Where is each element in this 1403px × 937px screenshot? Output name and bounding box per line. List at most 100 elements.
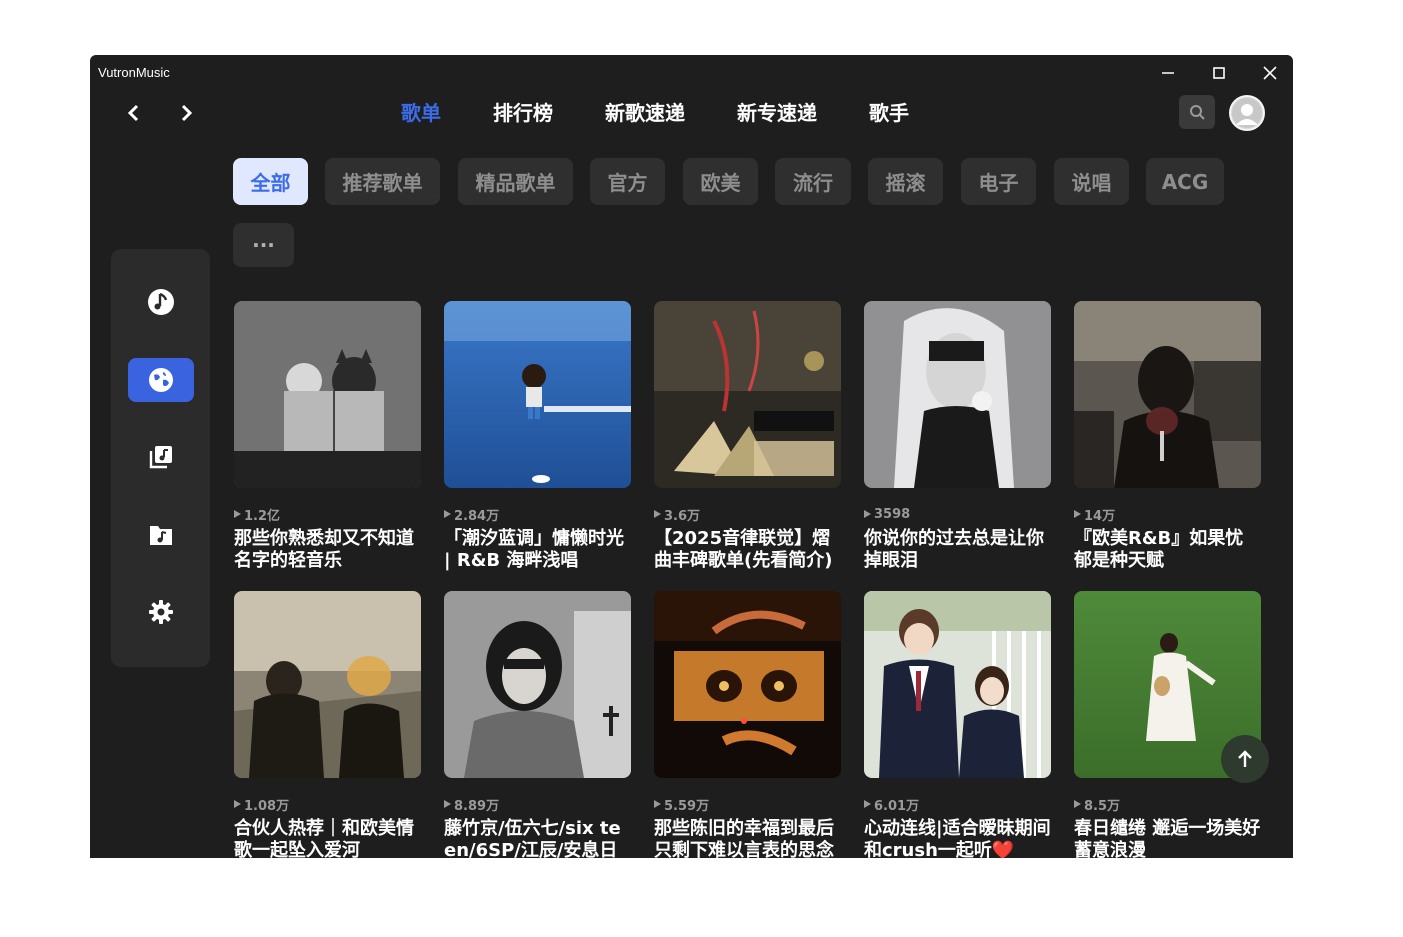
back-button[interactable]: [120, 99, 148, 127]
play-count-value: 14万: [1084, 508, 1116, 524]
filter-chip-premium[interactable]: 精品歌单: [458, 158, 573, 205]
play-count-value: 2.84万: [454, 508, 500, 524]
filter-chip-recommended[interactable]: 推荐歌单: [325, 158, 440, 205]
filter-chip-rock[interactable]: 摇滚: [868, 158, 943, 205]
play-count-icon: [234, 510, 241, 518]
playlist-card[interactable]: 1.2亿 那些你熟悉却又不知道名字的轻音乐: [234, 301, 421, 572]
music-folder-icon: [150, 526, 172, 545]
playlist-cover[interactable]: [864, 301, 1051, 488]
filter-chip-acg[interactable]: ACG: [1146, 158, 1224, 205]
playlist-card[interactable]: 1.08万 合伙人热荐｜和欧美情歌一起坠入爱河: [234, 591, 421, 858]
minimize-icon: [1162, 72, 1174, 74]
tab-artists[interactable]: 歌手: [869, 99, 909, 127]
playlist-title[interactable]: 『欧美R&B』如果忧郁是种天赋: [1074, 528, 1261, 572]
playlist-cover[interactable]: [864, 591, 1051, 778]
play-count-icon: [444, 510, 451, 518]
playlist-card[interactable]: 3.6万 【2025音律联觉】熠曲丰碑歌单(先看简介): [654, 301, 841, 572]
sidebar: [111, 249, 210, 667]
playlist-cover[interactable]: [234, 301, 421, 488]
play-count: 1.2亿: [234, 506, 421, 524]
sidebar-item-library[interactable]: [128, 435, 194, 479]
play-count: 8.89万: [444, 796, 631, 814]
play-count: 5.59万: [654, 796, 841, 814]
search-button[interactable]: [1179, 95, 1215, 129]
playlist-title[interactable]: 合伙人热荐｜和欧美情歌一起坠入爱河: [234, 818, 421, 858]
sidebar-item-local-music[interactable]: [128, 513, 194, 557]
playlist-title[interactable]: 心动连线|适合暧昧期间和crush一起听❤️: [864, 818, 1051, 858]
playlist-title[interactable]: 那些陈旧的幸福到最后只剩下难以言表的思念: [654, 818, 841, 858]
app-window: VutronMusic 歌单 排行榜 新歌速递 新专速递 歌手 全部 推荐歌单 …: [90, 55, 1293, 858]
play-count-value: 8.5万: [1084, 798, 1121, 814]
play-count-icon: [654, 800, 661, 808]
playlist-cover[interactable]: [234, 591, 421, 778]
play-count-value: 1.08万: [244, 798, 290, 814]
play-count-value: 8.89万: [454, 798, 500, 814]
playlist-title[interactable]: 藤竹京/伍六七/six teen/6SP/江辰/安息日: [444, 818, 631, 858]
playlist-card[interactable]: 6.01万 心动连线|适合暧昧期间和crush一起听❤️: [864, 591, 1051, 858]
play-count: 2.84万: [444, 506, 631, 524]
music-note-icon: [148, 289, 174, 315]
filter-chip-rap[interactable]: 说唱: [1054, 158, 1129, 205]
tab-new-songs[interactable]: 新歌速递: [605, 99, 685, 127]
playlist-cover[interactable]: [444, 301, 631, 488]
close-button[interactable]: [1250, 61, 1290, 85]
chevron-right-icon: [181, 104, 193, 122]
playlist-card[interactable]: 2.84万 「潮汐蓝调」慵懒时光 | R&B 海畔浅唱: [444, 301, 631, 572]
play-count-icon: [864, 510, 871, 518]
play-count-icon: [1074, 800, 1081, 808]
filter-chip-all[interactable]: 全部: [233, 158, 308, 205]
user-avatar-icon: [1232, 98, 1262, 128]
play-count-icon: [234, 800, 241, 808]
minimize-button[interactable]: [1148, 61, 1188, 85]
playlist-title[interactable]: 【2025音律联觉】熠曲丰碑歌单(先看简介): [654, 528, 841, 572]
music-library-icon: [149, 446, 172, 469]
play-count-value: 6.01万: [874, 798, 920, 814]
gear-icon: [149, 600, 173, 624]
play-count: 6.01万: [864, 796, 1051, 814]
playlist-title[interactable]: 你说你的过去总是让你掉眼泪: [864, 528, 1051, 572]
playlist-cover[interactable]: [654, 591, 841, 778]
playlist-card[interactable]: 3598 你说你的过去总是让你掉眼泪: [864, 301, 1051, 572]
close-icon: [1263, 66, 1277, 80]
playlist-title[interactable]: 那些你熟悉却又不知道名字的轻音乐: [234, 528, 421, 572]
play-count: 8.5万: [1074, 796, 1261, 814]
play-count: 3598: [864, 506, 1051, 522]
maximize-icon: [1213, 67, 1225, 79]
playlist-card[interactable]: 8.5万 春日缱绻 邂逅一场美好蓄意浪漫: [1074, 591, 1261, 858]
globe-icon: [149, 368, 173, 392]
playlist-card[interactable]: 8.89万 藤竹京/伍六七/six teen/6SP/江辰/安息日: [444, 591, 631, 858]
playlist-title[interactable]: 「潮汐蓝调」慵懒时光 | R&B 海畔浅唱: [444, 528, 631, 572]
chevron-left-icon: [127, 104, 139, 122]
sidebar-item-music[interactable]: [128, 280, 194, 324]
app-title: VutronMusic: [98, 65, 170, 80]
playlist-card[interactable]: 5.59万 那些陈旧的幸福到最后只剩下难以言表的思念: [654, 591, 841, 858]
play-count-value: 3598: [874, 506, 911, 522]
play-count-value: 3.6万: [664, 508, 701, 524]
playlist-card[interactable]: 14万 『欧美R&B』如果忧郁是种天赋: [1074, 301, 1261, 572]
filter-chip-electronic[interactable]: 电子: [961, 158, 1036, 205]
playlist-title[interactable]: 春日缱绻 邂逅一场美好蓄意浪漫: [1074, 818, 1261, 858]
avatar[interactable]: [1229, 95, 1265, 131]
forward-button[interactable]: [172, 99, 200, 127]
arrow-up-icon: [1238, 750, 1252, 767]
playlist-cover[interactable]: [654, 301, 841, 488]
playlist-cover[interactable]: [444, 591, 631, 778]
tab-charts[interactable]: 排行榜: [493, 99, 553, 127]
play-count-icon: [864, 800, 871, 808]
top-nav: 歌单 排行榜 新歌速递 新专速递 歌手: [401, 99, 961, 127]
play-count-icon: [654, 510, 661, 518]
sidebar-item-settings[interactable]: [128, 590, 194, 634]
title-bar[interactable]: VutronMusic: [90, 55, 1293, 91]
maximize-button[interactable]: [1199, 61, 1239, 85]
sidebar-item-explore[interactable]: [128, 358, 194, 402]
filter-chip-official[interactable]: 官方: [590, 158, 665, 205]
tab-playlists[interactable]: 歌单: [401, 99, 441, 127]
tab-new-albums[interactable]: 新专速递: [737, 99, 817, 127]
more-filters-button[interactable]: ···: [233, 223, 294, 267]
filter-chip-western[interactable]: 欧美: [683, 158, 758, 205]
filter-chip-pop[interactable]: 流行: [775, 158, 851, 205]
play-count-value: 1.2亿: [244, 508, 281, 524]
playlist-cover[interactable]: [1074, 301, 1261, 488]
play-count-value: 5.59万: [664, 798, 710, 814]
back-to-top-button[interactable]: [1221, 735, 1269, 783]
